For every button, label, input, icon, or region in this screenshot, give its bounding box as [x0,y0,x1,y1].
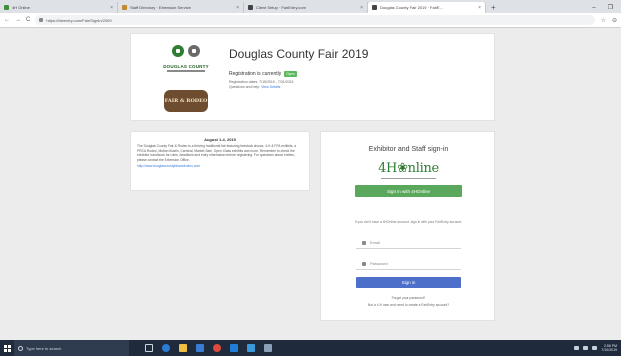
fair-website-link[interactable]: http://www.douglascountyfairandrodeo.com [137,164,303,168]
browser-toolbar: ← → C https://fairentry.com/Fair/SignIn/… [0,13,621,28]
email-field[interactable]: Email [356,237,461,249]
clover-icon [172,45,184,57]
browser-tab[interactable]: Client Setup · FairEntry.com × [244,2,368,13]
signin-4honline-button[interactable]: Sign in with 4HOnline [355,185,462,197]
clock[interactable]: 2:56 PM 7/10/2019 [601,344,617,352]
store-icon[interactable] [196,344,204,352]
chrome-icon[interactable] [213,344,221,352]
registration-status: Registration is currently Open [229,71,297,77]
info-heading: August 1-4, 2019 [204,137,236,142]
volume-icon[interactable] [583,346,589,350]
logo-divider [167,70,205,72]
password-field[interactable]: Password [356,258,461,270]
password-placeholder: Password [370,261,388,266]
signin-card: Exhibitor and Staff sign-in 4H❀nline Sig… [320,131,495,321]
county-name: DOUGLAS COUNTY [163,64,209,69]
envelope-icon [362,240,366,245]
fair-rodeo-badge: FAIR & RODEO [164,90,208,112]
account-icon[interactable]: ⊖ [612,17,617,24]
fair-info-card: August 1-4, 2019 The Douglas County Fair… [130,131,310,191]
tab-favicon-icon [122,5,127,10]
edge-icon[interactable] [162,344,170,352]
tab-close-icon[interactable]: × [110,5,113,11]
windows-icon [3,344,11,352]
clock-date: 7/10/2019 [601,348,617,352]
browser-tab-active[interactable]: Douglas County Fair 2019 · FairE... × [368,2,486,13]
tab-close-icon[interactable]: × [478,5,481,11]
tab-close-icon[interactable]: × [236,5,239,11]
star-icon[interactable]: ☆ [601,17,606,24]
new-tab-button[interactable]: + [486,2,501,13]
tab-close-icon[interactable]: × [360,5,363,11]
tab-label: Client Setup · FairEntry.com [256,5,306,10]
forgot-password-link[interactable]: Forgot your password? [321,296,496,300]
reload-icon[interactable]: C [26,17,30,23]
clover-icon [188,45,200,57]
search-placeholder: Type here to search [26,345,62,351]
mail-icon[interactable] [230,344,238,352]
questions-text: Questions and help: [229,84,261,89]
info-body: The Douglas County Fair & Rodeo is a thr… [137,144,297,162]
status-badge: Open [284,71,297,77]
window-controls: – ❐ [592,2,621,13]
view-details-link[interactable]: View Details [261,85,280,89]
battery-icon[interactable] [592,346,598,350]
fair-header-card: DOUGLAS COUNTY FAIR & RODEO Douglas Coun… [130,33,495,121]
task-view-icon[interactable] [145,344,153,352]
address-bar[interactable]: https://fairentry.com/Fair/SignIn/2009 [35,15,596,25]
network-icon[interactable] [574,346,580,350]
search-icon [18,345,23,351]
registration-text: Registration is currently [229,71,282,77]
url-text: https://fairentry.com/Fair/SignIn/2009 [46,17,112,23]
questions-line: Questions and help: View Details [229,85,293,90]
app-icon[interactable] [264,344,272,352]
browser-tab[interactable]: 4H Online × [0,2,118,13]
logo-divider [381,178,436,179]
signin-hint: If you don't have a 4HOnline account, si… [354,220,463,224]
create-account-link[interactable]: Not a 4-H user and need to create a Fair… [321,303,496,307]
tab-label: 4H Online [12,5,30,10]
lock-icon [39,18,44,22]
minimize-icon[interactable]: – [592,5,595,11]
os-taskbar: Type here to search 2:56 PM 7/10/2019 [0,340,621,356]
page-title: Douglas County Fair 2019 [229,47,369,61]
forward-icon[interactable]: → [15,17,21,23]
registration-dates: Registration dates: 7/15/2019 - 7/31/201… [229,80,293,89]
tab-label: Staff Directory · Extension Service [130,5,191,10]
4honline-logo: 4H❀nline [378,161,439,176]
system-tray: 2:56 PM 7/10/2019 [574,344,621,352]
start-button[interactable] [0,340,14,356]
county-logo: DOUGLAS COUNTY [161,44,211,74]
file-explorer-icon[interactable] [179,344,187,352]
toolbar-right: ☆ ⊖ [601,17,617,24]
tab-label: Douglas County Fair 2019 · FairE... [380,5,443,10]
lock-icon [362,261,366,266]
pinned-apps [145,344,272,352]
browser-tab-strip: 4H Online × Staff Directory · Extension … [0,0,621,13]
browser-tab[interactable]: Staff Directory · Extension Service × [118,2,244,13]
photos-icon[interactable] [247,344,255,352]
maximize-icon[interactable]: ❐ [608,4,613,11]
signin-title: Exhibitor and Staff sign-in [368,146,449,153]
tab-favicon-icon [248,5,253,10]
back-icon[interactable]: ← [4,17,10,23]
tab-favicon-icon [4,5,9,10]
email-placeholder: Email [370,240,381,245]
tab-favicon-icon [372,5,377,10]
taskbar-search[interactable]: Type here to search [14,340,129,356]
signin-button[interactable]: Sign in [356,277,461,288]
